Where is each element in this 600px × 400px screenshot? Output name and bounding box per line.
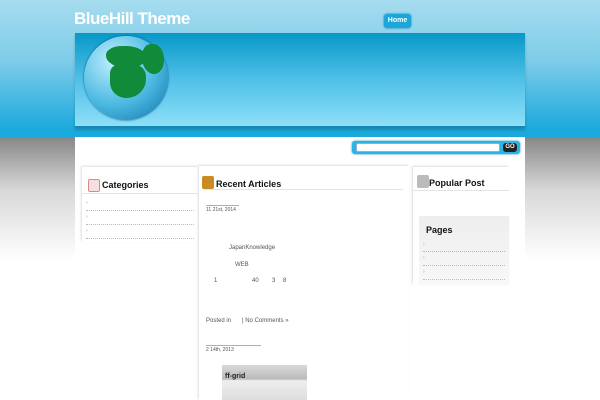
search-go-button[interactable]: GO	[503, 143, 517, 152]
pages-widget: Pages › › ›	[419, 216, 509, 285]
recent-articles-title: Recent Articles	[216, 179, 282, 189]
category-item[interactable]: ›	[86, 225, 194, 239]
post-text: WEB	[235, 262, 249, 268]
category-item[interactable]: ›	[86, 197, 194, 211]
categories-icon	[88, 179, 100, 192]
page-item[interactable]: ›	[423, 238, 505, 252]
nav-home[interactable]: Home	[384, 14, 411, 28]
globe-icon	[84, 36, 168, 120]
post-text: JapanKnowledge	[229, 245, 276, 251]
post-text: 1	[214, 278, 218, 284]
thumbnail-logo: ff-grid	[225, 373, 246, 380]
popular-post-title: Popular Post	[429, 178, 485, 188]
right-sidebar: Popular Post Pages › › ›	[413, 167, 509, 285]
post-thumbnail[interactable]: ff-grid	[222, 365, 307, 400]
site-title[interactable]: BlueHill Theme	[74, 9, 190, 29]
categories-widget: Categories › › ›	[82, 167, 198, 242]
comments-link[interactable]: | No Comments »	[242, 318, 289, 324]
page-item[interactable]: ›	[423, 252, 505, 266]
post-date: 2 14th, 2013	[206, 347, 234, 353]
notebook-icon	[202, 176, 214, 189]
post-text: 40	[252, 278, 259, 284]
post-date: 11 21st, 2014	[206, 207, 236, 213]
recent-articles: Recent Articles 11 21st, 2014 JapanKnowl…	[199, 166, 409, 400]
page-item[interactable]: ›	[423, 266, 505, 280]
post-text: 3	[272, 278, 276, 284]
posted-in-label: Posted in	[206, 318, 232, 324]
categories-title: Categories	[102, 180, 149, 190]
pencil-icon	[417, 175, 429, 188]
pages-title: Pages	[426, 225, 453, 235]
search-form: GO	[352, 141, 520, 154]
post-text: 8	[283, 278, 287, 284]
category-item[interactable]: ›	[86, 211, 194, 225]
header-banner	[75, 33, 525, 128]
search-input[interactable]	[356, 143, 500, 152]
